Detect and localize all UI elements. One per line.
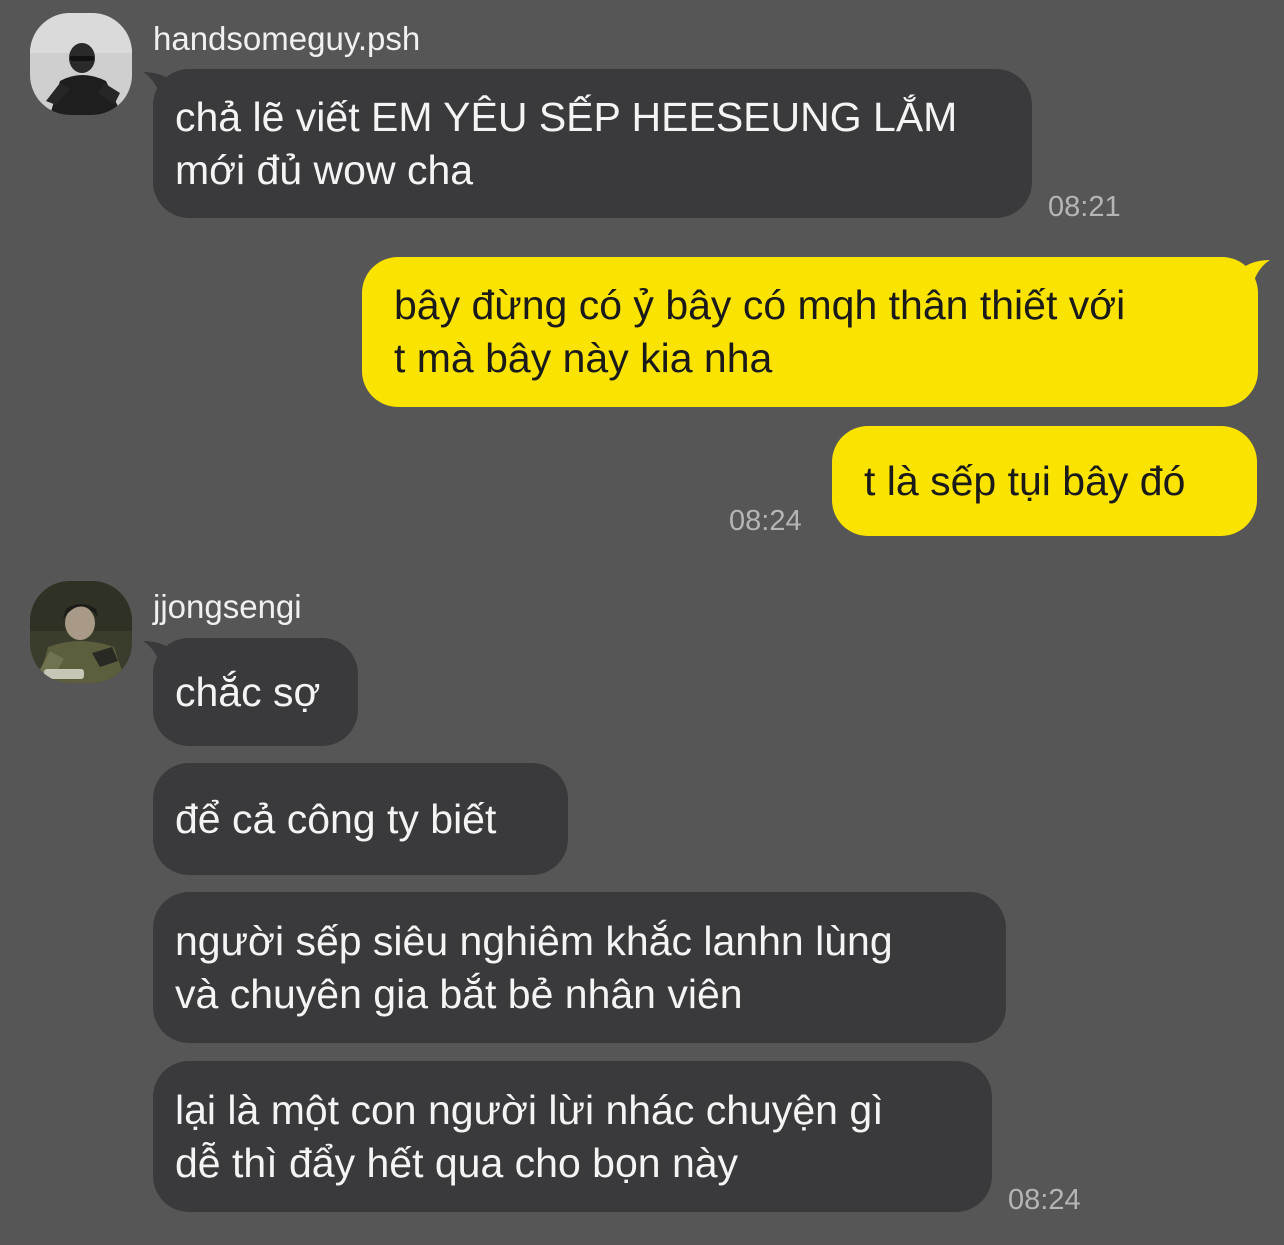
avatar-handsomeguy[interactable] [30,13,132,115]
sender-name: jjongsengi [153,588,302,625]
message-bubble[interactable]: người sếp siêu nghiêm khắc lanhn lùng và… [153,892,1006,1043]
message-timestamp: 08:21 [1048,191,1121,223]
sender-name: handsomeguy.psh [153,20,421,57]
message-bubble[interactable]: bây đừng có ỷ bây có mqh thân thiết với … [362,257,1258,407]
message-bubble[interactable]: t là sếp tụi bây đó [832,426,1257,536]
message-timestamp: 08:24 [729,505,802,537]
message-bubble[interactable]: chả lẽ viết EM YÊU SẾP HEESEUNG LẮM mới … [153,69,1032,218]
user-avatar-photo-icon [30,13,132,115]
message-timestamp: 08:24 [1008,1184,1081,1216]
user-avatar-photo-icon [30,581,132,683]
message-bubble[interactable]: chắc sợ [153,638,358,746]
message-bubble[interactable]: lại là một con người lừi nhác chuyện gì … [153,1061,992,1212]
avatar-jjongsengi[interactable] [30,581,132,683]
message-bubble[interactable]: để cả công ty biết [153,763,568,875]
